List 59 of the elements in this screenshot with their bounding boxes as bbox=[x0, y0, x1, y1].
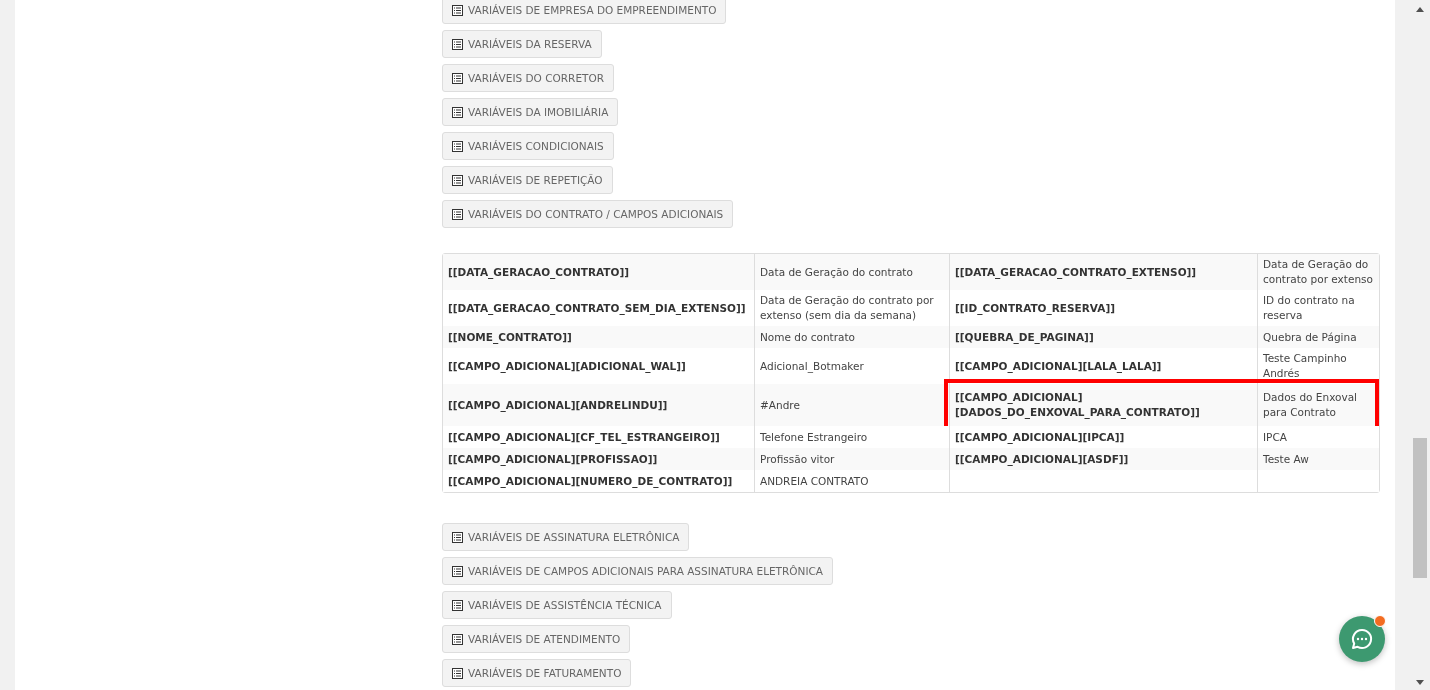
variables-button[interactable]: VARIÁVEIS DE CAMPOS ADICIONAIS PARA ASSINATURA ELETRÔNICA bbox=[442, 557, 834, 585]
variable-code: [[DATA_GERACAO_CONTRATO_SEM_DIA_EXTENSO]] bbox=[448, 300, 746, 316]
variables-button[interactable]: VARIÁVEIS DE ASSISTÊNCIA TÉCNICA bbox=[442, 591, 672, 619]
list-icon bbox=[452, 140, 463, 152]
variable-description: Data de Geração do contrato bbox=[760, 264, 913, 280]
variable-code: [[CAMPO_ADICIONAL][IPCA]] bbox=[955, 429, 1125, 445]
variable-description: Teste Aw bbox=[1263, 451, 1309, 467]
list-icon bbox=[452, 174, 463, 186]
variable-description: Quebra de Página bbox=[1263, 329, 1357, 345]
scroll-down-icon[interactable] bbox=[1416, 680, 1424, 686]
variable-description: IPCA bbox=[1263, 429, 1287, 445]
variables-button[interactable]: VARIÁVEIS DE ASSINATURA ELETRÔNICA bbox=[442, 523, 690, 551]
list-icon bbox=[452, 208, 463, 220]
variable-description: #Andre bbox=[760, 397, 800, 413]
variable-description: Nome do contrato bbox=[760, 329, 855, 345]
variables-button[interactable]: VARIÁVEIS DA RESERVA bbox=[442, 30, 602, 58]
variable-description: ANDREIA CONTRATO bbox=[760, 473, 869, 489]
list-icon bbox=[452, 38, 463, 50]
variable-code: [[QUEBRA_DE_PAGINA]] bbox=[955, 329, 1094, 345]
variable-code: [[CAMPO_ADICIONAL][ADICIONAL_WAL]] bbox=[448, 358, 686, 374]
variable-code: [[DATA_GERACAO_CONTRATO]] bbox=[448, 264, 630, 280]
list-icon bbox=[452, 565, 463, 577]
list-icon bbox=[452, 72, 463, 84]
variables-button[interactable]: VARIÁVEIS CONDICIONAIS bbox=[442, 132, 614, 160]
variable-description: Dados do Enxoval para Contrato bbox=[1263, 390, 1358, 420]
list-icon bbox=[452, 531, 463, 543]
variable-code: [[CAMPO_ADICIONAL][LALA_LALA]] bbox=[955, 358, 1162, 374]
variables-button[interactable]: VARIÁVEIS DE REPETIÇÃO bbox=[442, 166, 613, 194]
variable-code: [[CAMPO_ADICIONAL][NUMERO_DE_CONTRATO]] bbox=[448, 473, 733, 489]
variables-button[interactable]: VARIÁVEIS DO CONTRATO / CAMPOS ADICIONAIS bbox=[442, 200, 734, 228]
variable-code: [[CAMPO_ADICIONAL][PROFISSAO]] bbox=[448, 451, 658, 467]
list-icon bbox=[452, 667, 463, 679]
list-icon bbox=[452, 4, 463, 16]
variable-code: [[NOME_CONTRATO]] bbox=[448, 329, 572, 345]
variable-code: [[CAMPO_ADICIONAL][DADOS_DO_ENXOVAL_PARA_CONTRATO]] bbox=[955, 390, 1201, 420]
list-icon bbox=[452, 633, 463, 645]
variables-button[interactable]: VARIÁVEIS DE ATENDIMENTO bbox=[442, 625, 631, 653]
list-icon bbox=[452, 599, 463, 611]
variable-description: Profissão vitor bbox=[760, 451, 835, 467]
variable-code: [[CAMPO_ADICIONAL][CF_TEL_ESTRANGEIRO]] bbox=[448, 429, 720, 445]
chat-button[interactable] bbox=[1339, 616, 1385, 662]
list-icon bbox=[452, 106, 463, 118]
variables-button[interactable]: VARIÁVEIS DA IMOBILIÁRIA bbox=[442, 98, 619, 126]
variable-description: Teste Campinho Andrés bbox=[1263, 351, 1348, 381]
variable-code: [[CAMPO_ADICIONAL][ASDF]] bbox=[955, 451, 1129, 467]
variable-description: Adicional_Botmaker bbox=[760, 358, 864, 374]
chat-bubble-icon bbox=[1350, 627, 1374, 651]
scrollbar-thumb[interactable] bbox=[1413, 438, 1427, 578]
variable-code: [[DATA_GERACAO_CONTRATO_EXTENSO]] bbox=[955, 264, 1197, 280]
variable-description: Data de Geração do contrato por extenso (sem dia da semana) bbox=[760, 293, 935, 323]
variable-description: Data de Geração do contrato por extenso bbox=[1263, 257, 1374, 287]
variables-button[interactable]: VARIÁVEIS DE EMPRESA DO EMPREENDIMENTO bbox=[442, 0, 727, 24]
variable-code: [[CAMPO_ADICIONAL][ANDRELINDU]] bbox=[448, 397, 668, 413]
scroll-up-icon[interactable] bbox=[1416, 6, 1424, 12]
variable-code: [[ID_CONTRATO_RESERVA]] bbox=[955, 300, 1115, 316]
variables-button[interactable]: VARIÁVEIS DO CORRETOR bbox=[442, 64, 614, 92]
variables-button[interactable]: VARIÁVEIS DE FATURAMENTO bbox=[442, 659, 632, 687]
variable-description: Telefone Estrangeiro bbox=[760, 429, 868, 445]
variable-description: ID do contrato na reserva bbox=[1263, 293, 1356, 323]
